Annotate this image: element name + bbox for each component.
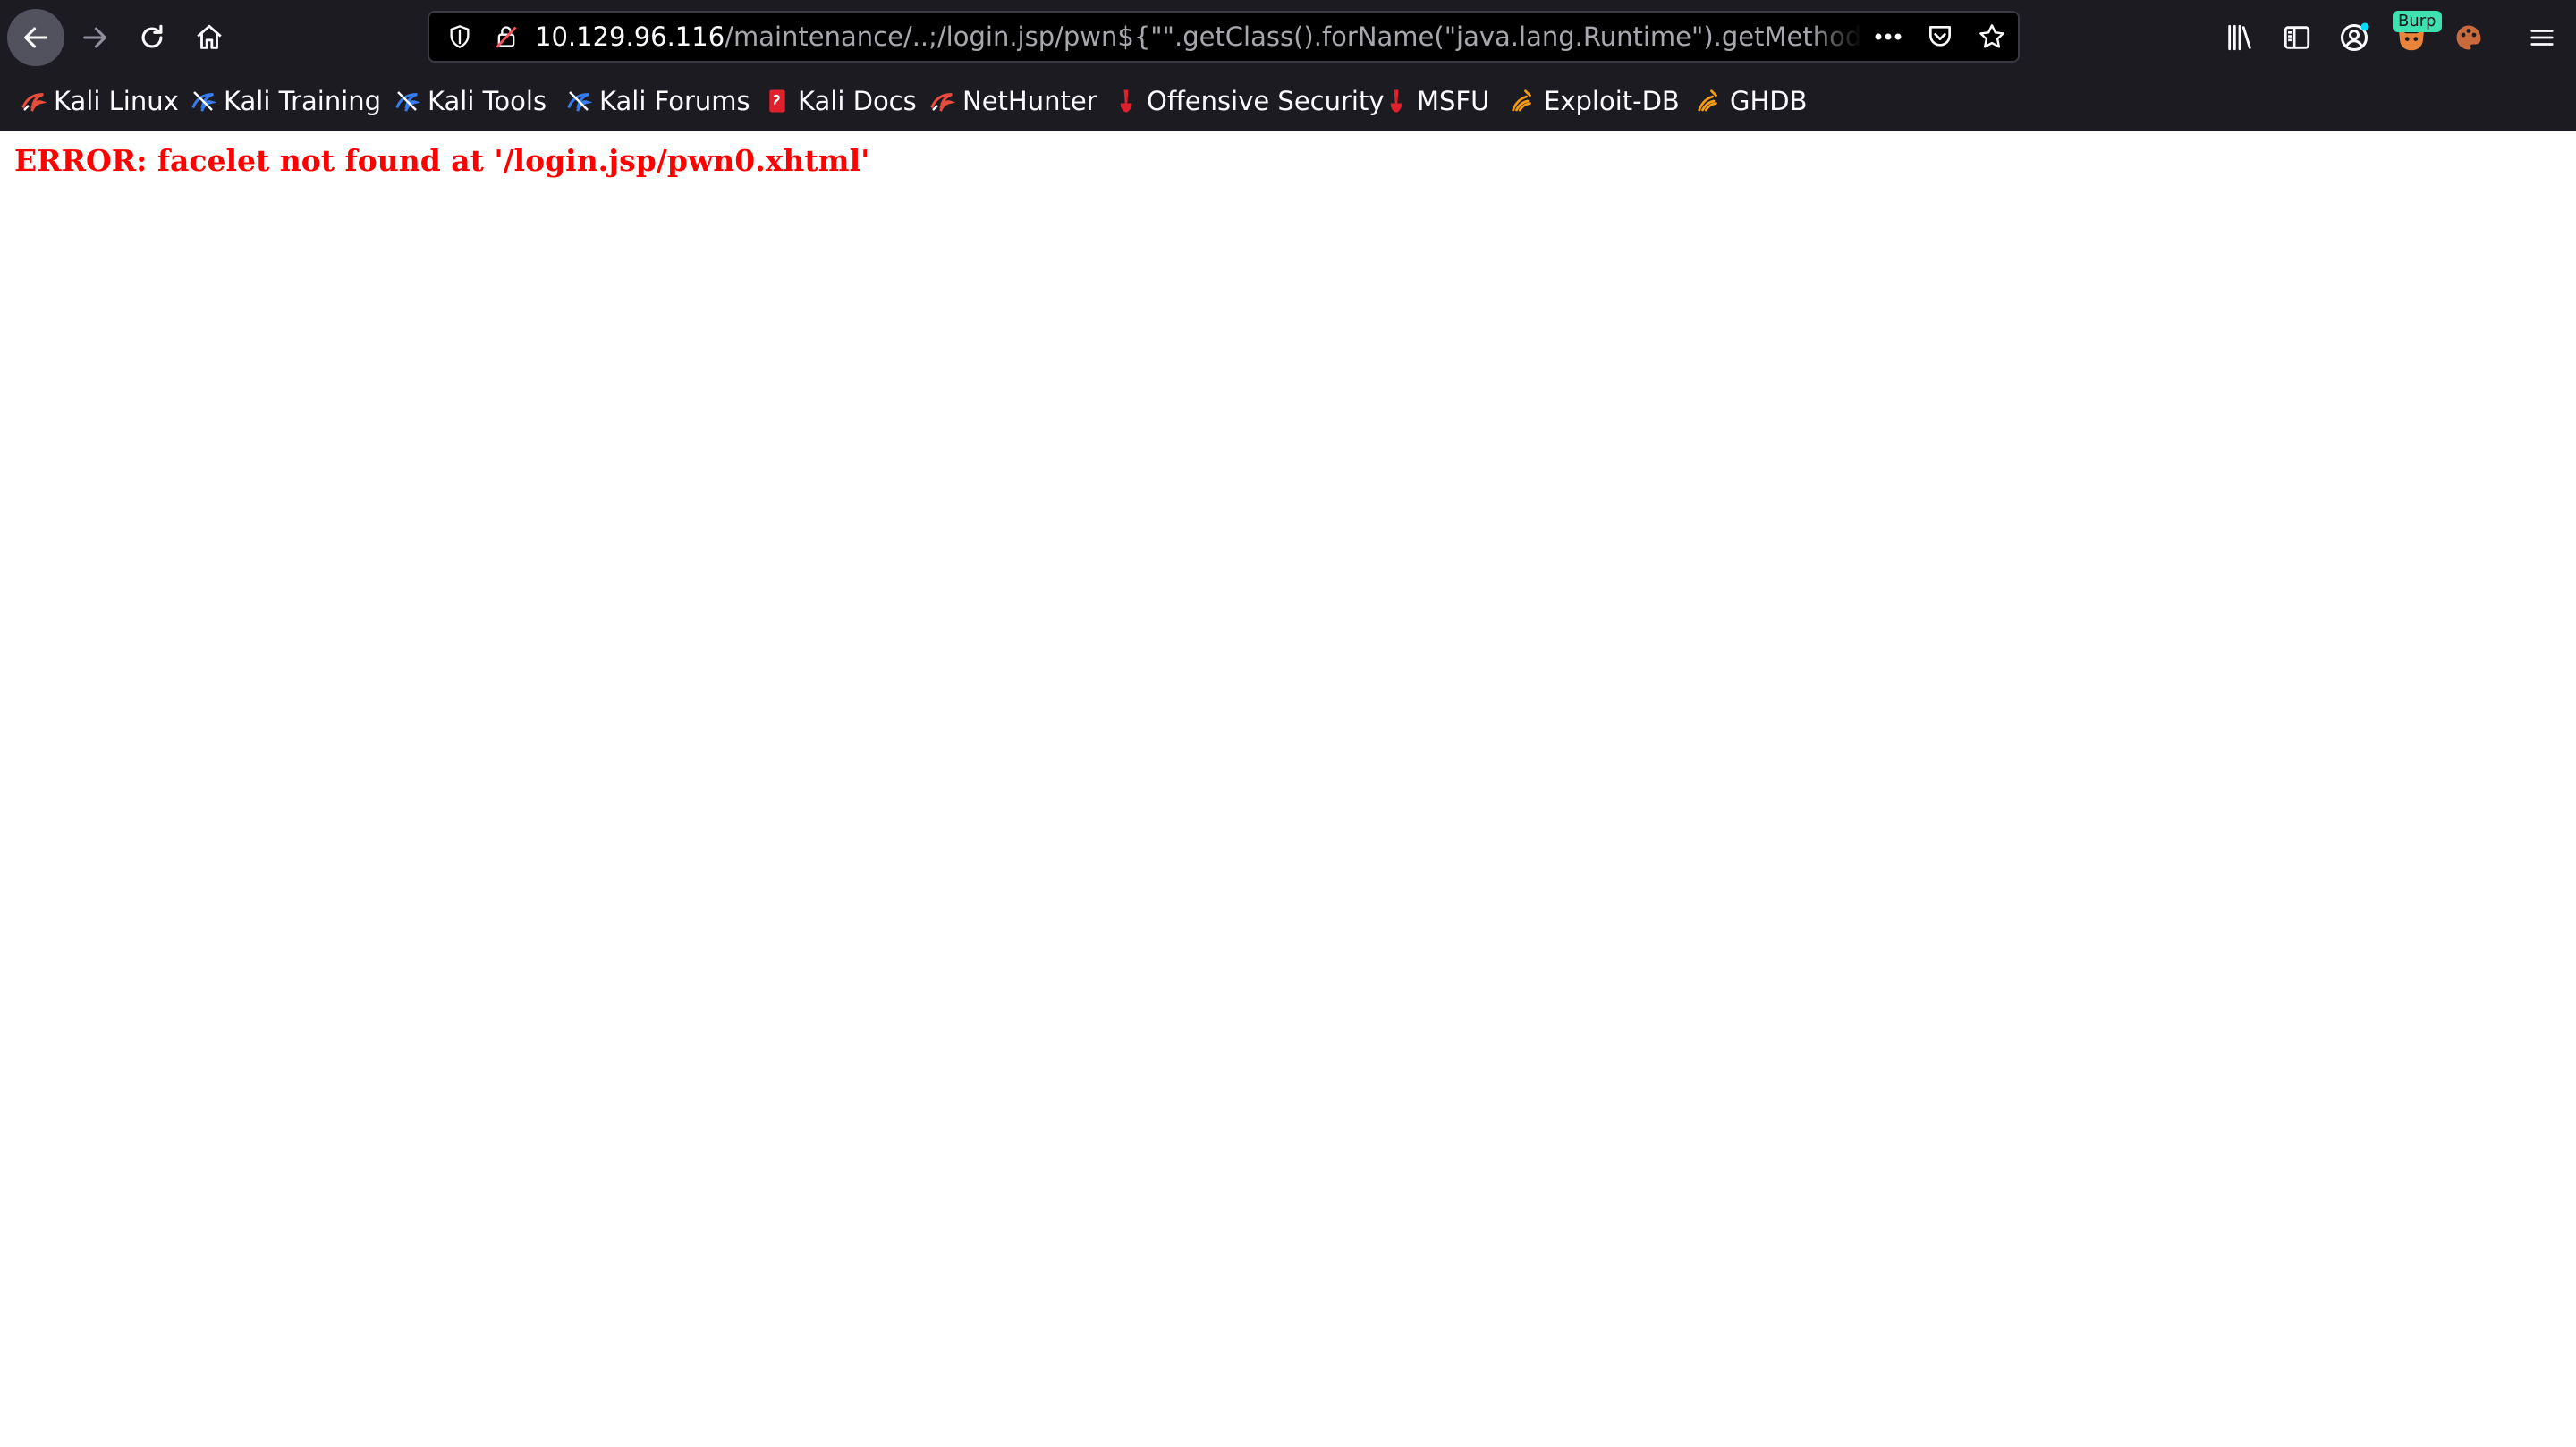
pocket-icon[interactable] — [1914, 13, 1966, 61]
kali-dragon-icon — [20, 88, 47, 114]
tracking-protection-shield-icon[interactable] — [440, 13, 479, 61]
bookmark-kali-tools[interactable]: Kali Tools — [394, 79, 547, 123]
nethunter-icon — [928, 88, 955, 114]
bookmark-offensive-security[interactable]: Offensive Security — [1113, 79, 1385, 123]
bookmark-kali-training[interactable]: Kali Training — [190, 79, 381, 123]
page-content: ERROR: facelet not found at '/login.jsp/… — [0, 131, 2576, 1447]
home-icon — [197, 24, 222, 49]
account-button[interactable] — [2327, 11, 2381, 64]
bookmark-kali-docs[interactable]: Kali Docs — [764, 79, 917, 123]
library-icon — [2228, 24, 2251, 51]
account-icon — [2341, 22, 2369, 51]
bookmark-label: Exploit-DB — [1544, 86, 1680, 116]
arrow-left-icon — [24, 27, 47, 48]
library-button[interactable] — [2213, 11, 2267, 64]
home-button[interactable] — [181, 9, 238, 66]
address-bar[interactable]: 10.129.96.116/maintenance/..;/login.jsp/… — [428, 11, 2020, 63]
bookmarks-toolbar: Kali Linux Kali Training Kali Tools Kali… — [0, 79, 2576, 131]
bookmark-exploit-db[interactable]: Exploit-DB — [1510, 79, 1680, 123]
reload-icon — [141, 24, 163, 48]
hamburger-menu-icon — [2530, 30, 2554, 46]
reload-button[interactable] — [123, 9, 181, 66]
url-actions — [1862, 13, 2018, 61]
palette-icon — [2456, 25, 2481, 50]
url-text[interactable]: 10.129.96.116/maintenance/..;/login.jsp/… — [535, 13, 2018, 61]
bookmark-label: GHDB — [1730, 86, 1808, 116]
error-message: ERROR: facelet not found at '/login.jsp/… — [14, 143, 870, 178]
page-actions-ellipsis-icon[interactable] — [1862, 13, 1914, 61]
bookmark-label: Offensive Security — [1147, 86, 1385, 116]
arrow-right-icon — [83, 27, 106, 48]
offsec-icon — [1113, 88, 1140, 114]
sidebar-button[interactable] — [2270, 11, 2324, 64]
forward-button[interactable] — [66, 9, 123, 66]
bookmark-label: NetHunter — [962, 86, 1097, 116]
bookmark-msfu[interactable]: MSFU — [1383, 79, 1489, 123]
kali-docs-icon — [764, 88, 791, 114]
back-button[interactable] — [7, 9, 64, 66]
palette-extension-button[interactable] — [2442, 11, 2496, 64]
browser-chrome: 10.129.96.116/maintenance/..;/login.jsp/… — [0, 0, 2576, 131]
bookmark-kali-forums[interactable]: Kali Forums — [565, 79, 750, 123]
bookmark-label: Kali Tools — [428, 86, 547, 116]
app-menu-button[interactable] — [2515, 11, 2569, 64]
bookmark-star-icon[interactable] — [1966, 13, 2018, 61]
kali-tools-icon — [394, 88, 420, 114]
bookmark-ghdb[interactable]: GHDB — [1696, 79, 1808, 123]
bookmark-label: Kali Training — [224, 86, 382, 116]
sidebar-icon — [2284, 26, 2310, 49]
bookmark-nethunter[interactable]: NetHunter — [928, 79, 1097, 123]
bookmark-label: MSFU — [1417, 86, 1490, 116]
bookmark-label: Kali Linux — [54, 86, 179, 116]
insecure-lock-icon[interactable] — [487, 13, 526, 61]
bookmark-kali-linux[interactable]: Kali Linux — [20, 79, 179, 123]
ghdb-icon — [1696, 88, 1723, 114]
kali-training-icon — [190, 88, 216, 114]
exploitdb-icon — [1510, 88, 1537, 114]
url-host: 10.129.96.116 — [535, 21, 725, 52]
navigation-toolbar: 10.129.96.116/maintenance/..;/login.jsp/… — [0, 0, 2576, 77]
msfu-icon — [1383, 88, 1410, 114]
bookmark-label: Kali Forums — [599, 86, 750, 116]
burp-badge: Burp — [2393, 11, 2442, 32]
kali-forums-icon — [565, 88, 592, 114]
url-fade — [1809, 13, 1862, 61]
bookmark-label: Kali Docs — [798, 86, 917, 116]
